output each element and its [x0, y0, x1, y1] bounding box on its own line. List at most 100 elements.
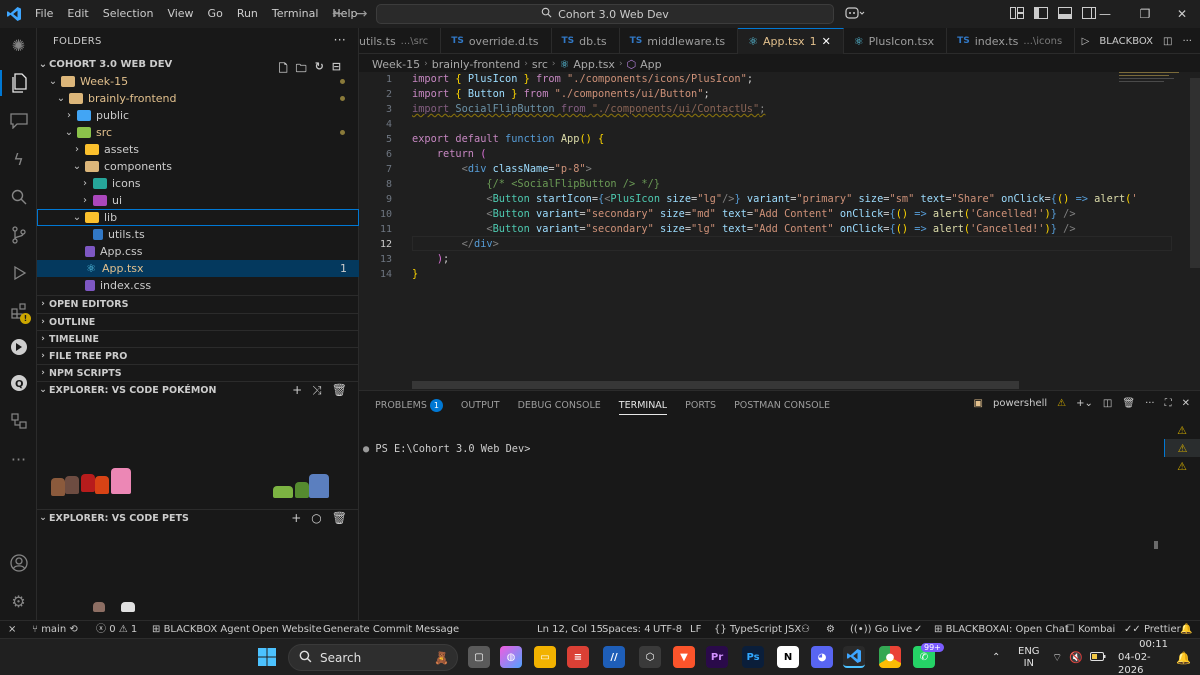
- check-icon[interactable]: ✓: [914, 621, 922, 639]
- show-hidden-icons-icon[interactable]: ⌃: [992, 639, 1000, 675]
- menu-run[interactable]: Run: [230, 0, 265, 28]
- trash-icon[interactable]: 🗑: [332, 511, 347, 525]
- more-actions-icon[interactable]: ···: [1182, 36, 1192, 47]
- add-icon[interactable]: +: [292, 383, 302, 398]
- openai-icon[interactable]: ✺: [0, 32, 37, 58]
- customize-layout-icon[interactable]: [1010, 6, 1024, 22]
- tree-item-index-css[interactable]: index.css: [37, 277, 359, 294]
- copilot-app-icon[interactable]: ◍: [500, 646, 522, 668]
- go-live-button[interactable]: ((•)) Go Live: [850, 621, 912, 639]
- todoist-icon[interactable]: ≡: [567, 646, 589, 668]
- tree-item-app-tsx[interactable]: ⚛ App.tsx 1: [37, 260, 359, 277]
- blackbox-icon[interactable]: [0, 334, 37, 360]
- breadcrumb-item[interactable]: App: [640, 58, 662, 71]
- file-explorer-icon[interactable]: ▭: [534, 646, 556, 668]
- copilot-icon[interactable]: [845, 6, 865, 23]
- cube-app-icon[interactable]: ⬡: [639, 646, 661, 668]
- section-pets[interactable]: ⌄ EXPLORER: VS CODE PETS + ○ 🗑: [37, 509, 359, 526]
- tab-postman-console[interactable]: POSTMAN CONSOLE: [734, 400, 830, 411]
- breadcrumb-item[interactable]: Week-15: [372, 58, 420, 71]
- terminal-scrollbar[interactable]: [1154, 541, 1158, 549]
- remote-explorer-icon[interactable]: [0, 408, 37, 434]
- windows-start-icon[interactable]: [256, 646, 278, 668]
- toggle-panel-icon[interactable]: [1058, 6, 1072, 22]
- close-icon[interactable]: ✕: [1162, 0, 1200, 28]
- tree-item-utils-ts[interactable]: utils.ts: [37, 226, 359, 243]
- section-file-tree-pro[interactable]: › FILE TREE PRO: [37, 347, 359, 364]
- circle-icon[interactable]: ○: [311, 511, 321, 525]
- notification-center-icon[interactable]: 🔔: [1176, 639, 1191, 675]
- notion-icon[interactable]: N: [777, 646, 799, 668]
- premiere-pro-icon[interactable]: Pr: [706, 646, 728, 668]
- shell-name[interactable]: powershell: [993, 398, 1047, 409]
- tab-problems[interactable]: PROBLEMS 1: [375, 398, 443, 412]
- chrome-icon[interactable]: ●: [879, 646, 901, 668]
- more-actions-icon[interactable]: ···: [334, 33, 346, 47]
- horizontal-scrollbar[interactable]: [412, 381, 1019, 389]
- trash-icon[interactable]: 🗑: [332, 383, 347, 398]
- explorer-icon[interactable]: [0, 70, 37, 96]
- end-of-line[interactable]: LF: [690, 621, 701, 639]
- kombai-button[interactable]: ☐ Kombai: [1066, 621, 1115, 639]
- menu-go[interactable]: Go: [201, 0, 230, 28]
- terminal-instance-warning-icon[interactable]: ⚠: [1164, 439, 1200, 457]
- tab-override-d-ts[interactable]: TS override.d.ts: [441, 28, 552, 54]
- open-website-button[interactable]: Open Website: [252, 621, 322, 639]
- tree-item-src[interactable]: ⌄ src: [37, 124, 359, 141]
- photoshop-icon[interactable]: Ps: [742, 646, 764, 668]
- source-control-icon[interactable]: [0, 222, 37, 248]
- copilot-status-icon[interactable]: ⚇: [801, 621, 810, 639]
- menu-selection[interactable]: Selection: [96, 0, 161, 28]
- tab-ports[interactable]: PORTS: [685, 400, 716, 411]
- task-view-icon[interactable]: ▢: [468, 646, 490, 668]
- indentation[interactable]: Spaces: 4: [602, 621, 651, 639]
- language-indicator[interactable]: ENG IN: [1018, 639, 1040, 675]
- linear-icon[interactable]: //: [603, 646, 625, 668]
- settings-gear-icon[interactable]: ⚙: [0, 588, 37, 614]
- menu-view[interactable]: View: [160, 0, 200, 28]
- vscode-taskbar-icon[interactable]: [843, 646, 865, 668]
- taskbar-search[interactable]: Search 🧸: [288, 644, 458, 671]
- back-arrow-icon[interactable]: ←: [332, 6, 344, 22]
- cursor-position[interactable]: Ln 12, Col 15: [537, 621, 603, 639]
- tab-db-ts[interactable]: TS db.ts: [552, 28, 620, 54]
- run-icon[interactable]: ▷: [1082, 36, 1090, 47]
- more-icon[interactable]: ···: [0, 446, 37, 472]
- split-editor-icon[interactable]: ◫: [1163, 36, 1172, 47]
- section-outline[interactable]: › OUTLINE: [37, 313, 359, 330]
- encoding[interactable]: UTF-8: [653, 621, 682, 639]
- menu-terminal[interactable]: Terminal: [265, 0, 326, 28]
- restore-icon[interactable]: ❐: [1125, 0, 1165, 28]
- account-icon[interactable]: [0, 550, 37, 576]
- section-open-editors[interactable]: › OPEN EDITORS: [37, 295, 359, 312]
- run-debug-icon[interactable]: [0, 260, 37, 286]
- tree-item-ui[interactable]: › ui: [37, 192, 359, 209]
- section-npm-scripts[interactable]: › NPM SCRIPTS: [37, 364, 359, 381]
- problems-indicator[interactable]: ⓧ 0 ⚠ 1: [96, 621, 137, 639]
- section-timeline[interactable]: › TIMELINE: [37, 330, 359, 347]
- command-center-search[interactable]: Cohort 3.0 Web Dev: [376, 4, 834, 24]
- breadcrumb-item[interactable]: src: [532, 58, 548, 71]
- generate-commit-button[interactable]: Generate Commit Message: [323, 621, 459, 639]
- minimize-icon[interactable]: —: [1085, 0, 1125, 28]
- add-icon[interactable]: +: [291, 511, 301, 525]
- tree-item-app-css[interactable]: App.css: [37, 243, 359, 260]
- prettier-button[interactable]: ✓✓ Prettier: [1124, 621, 1181, 639]
- trash-icon[interactable]: 🗑: [1122, 398, 1135, 409]
- tab-debug-console[interactable]: DEBUG CONSOLE: [518, 400, 601, 411]
- vertical-scrollbar[interactable]: [1190, 78, 1200, 268]
- tree-item-public[interactable]: › public: [37, 107, 359, 124]
- tree-item-components[interactable]: ⌄ components: [37, 158, 359, 175]
- minimap[interactable]: [1119, 72, 1189, 102]
- clock[interactable]: 00:11 04-02-2026: [1118, 639, 1168, 675]
- tab-output[interactable]: OUTPUT: [461, 400, 500, 411]
- kombai-icon[interactable]: Q: [0, 370, 37, 396]
- tab-terminal[interactable]: TERMINAL: [618, 396, 668, 415]
- section-pokemon[interactable]: ⌄ EXPLORER: VS CODE POKÉMON + ⤨ 🗑: [37, 381, 359, 398]
- chat-icon[interactable]: [0, 108, 37, 134]
- language-mode[interactable]: {} TypeScript JSX: [714, 621, 801, 639]
- tab-utils-ts[interactable]: utils.ts ...\src: [359, 28, 442, 54]
- blackbox-button[interactable]: BLACKBOX: [1099, 36, 1153, 47]
- menu-file[interactable]: File: [28, 0, 60, 28]
- lightning-icon[interactable]: ϟ: [0, 146, 37, 172]
